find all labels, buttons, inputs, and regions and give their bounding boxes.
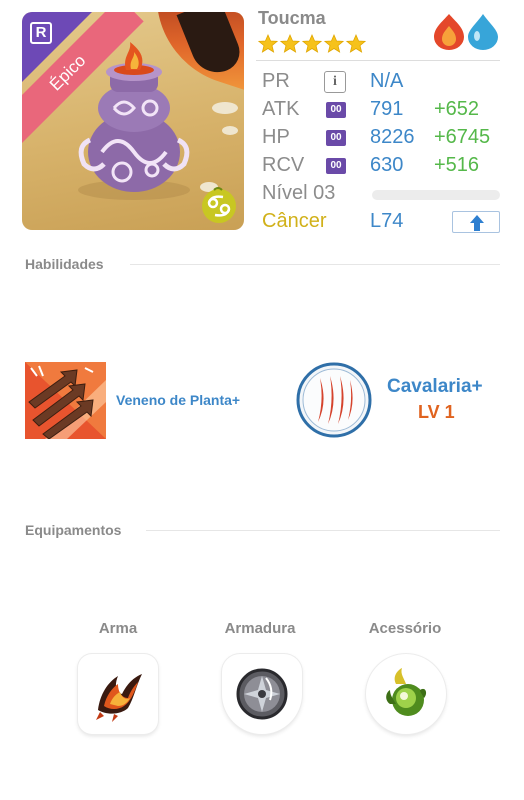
stat-badge-rcv: 00 [326, 158, 346, 174]
skills-section-divider [130, 264, 500, 265]
poison-arrows-icon [25, 362, 106, 439]
star-icon [323, 33, 345, 53]
stat-label-hp: HP [262, 126, 290, 148]
info-icon[interactable]: i [324, 71, 346, 93]
zodiac-label: Câncer [262, 210, 327, 232]
leader-skill-name[interactable]: Cavalaria+ [387, 376, 483, 398]
stat-label-pr: PR [262, 70, 290, 92]
stat-row-zodiac: Câncer L74 [262, 210, 502, 236]
stat-badge-hp: 00 [326, 130, 346, 146]
stat-label-rcv: RCV [262, 154, 305, 176]
armor-slot[interactable] [222, 654, 302, 734]
header-divider [256, 60, 500, 61]
stat-row-pr: PR i N/A [262, 70, 502, 96]
star-icon [345, 33, 367, 53]
star-icon [301, 33, 323, 53]
weapon-slot[interactable] [78, 654, 158, 734]
stat-value-pr: N/A [370, 70, 404, 92]
active-skill-name[interactable]: Veneno de Planta+ [116, 392, 240, 408]
armor-slot-label: Armadura [224, 620, 296, 637]
stat-value-rcv: 630 [370, 154, 404, 176]
equipment-section-divider [146, 530, 500, 531]
accessory-slot[interactable] [366, 654, 446, 734]
weapon-claw-icon [96, 674, 142, 722]
skills-section-title: Habilidades [25, 256, 104, 272]
weapon-slot-label: Arma [98, 620, 138, 637]
zodiac-level-value: L74 [370, 210, 404, 232]
rarity-letter-badge: R [30, 22, 52, 44]
armor-shield-icon [236, 668, 288, 720]
active-skill-icon[interactable] [25, 362, 106, 439]
cancer-zodiac-icon [202, 187, 236, 223]
equipment-section-title: Equipamentos [25, 522, 122, 538]
claw-slash-icon[interactable] [296, 362, 372, 438]
stat-row-level: Nível 03 [262, 182, 502, 208]
monster-portrait-card[interactable]: R Épico [22, 12, 244, 230]
arrow-up-icon [470, 215, 484, 231]
stat-value-atk: 791 [370, 98, 404, 120]
stat-row-rcv: RCV 00 630 +516 [262, 154, 502, 180]
water-element-icon [468, 14, 498, 50]
leader-skill-level: LV 1 [418, 402, 455, 422]
stat-bonus-atk: +652 [434, 98, 480, 120]
stat-row-atk: ATK 00 791 +652 [262, 98, 502, 124]
stat-bonus-hp: +6745 [434, 126, 491, 148]
accessory-orb-icon [386, 668, 427, 716]
level-label: Nível 03 [262, 182, 336, 204]
fire-element-icon [434, 14, 464, 50]
star-rating [257, 33, 368, 59]
stat-value-hp: 8226 [370, 126, 415, 148]
accessory-slot-label: Acessório [368, 620, 442, 637]
upgrade-button[interactable] [452, 211, 500, 233]
star-icon [257, 33, 279, 53]
level-progress-bar [372, 190, 500, 200]
stat-bonus-rcv: +516 [434, 154, 480, 176]
stat-badge-atk: 00 [326, 102, 346, 118]
star-icon [279, 33, 301, 53]
stat-row-hp: HP 00 8226 +6745 [262, 126, 502, 152]
stat-label-atk: ATK [262, 98, 300, 120]
monster-name: Toucma [258, 8, 326, 28]
